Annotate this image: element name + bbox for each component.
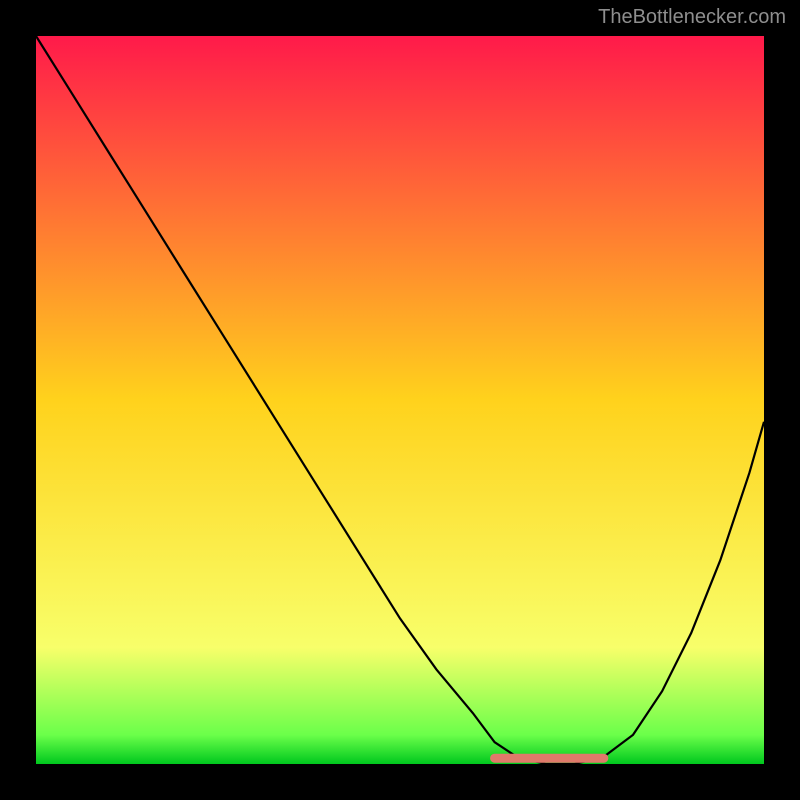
chart-background <box>36 36 764 764</box>
watermark-text: TheBottlenecker.com <box>598 6 786 29</box>
chart-plot-area <box>36 36 764 764</box>
chart-svg <box>36 36 764 764</box>
